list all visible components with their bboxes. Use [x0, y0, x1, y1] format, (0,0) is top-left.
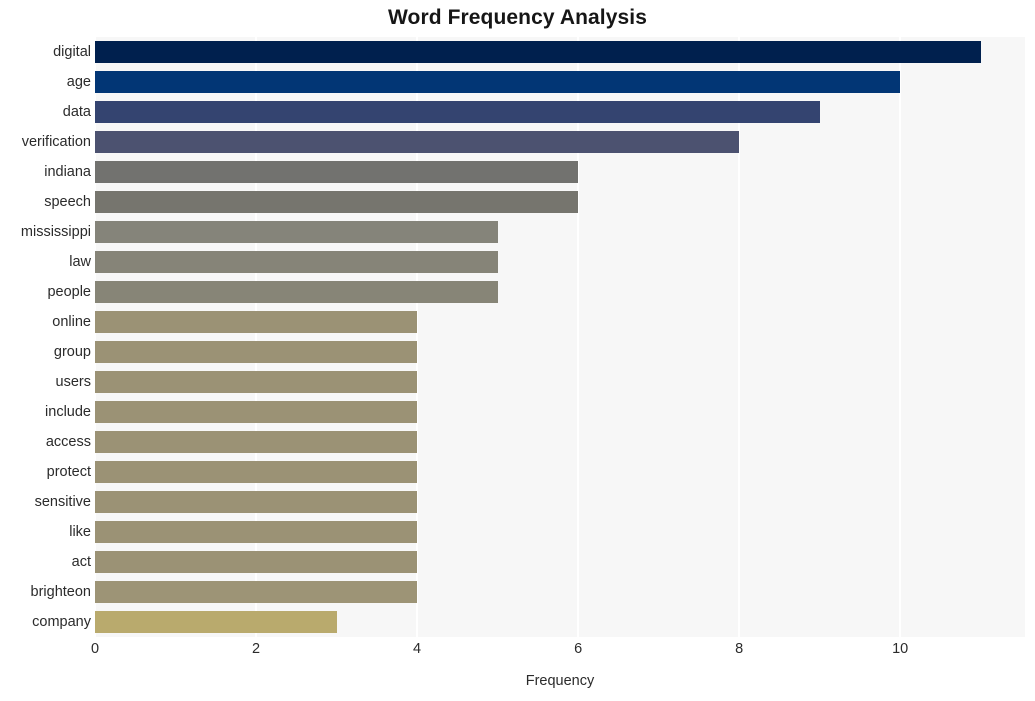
bar-row	[95, 97, 1025, 127]
bar-row	[95, 457, 1025, 487]
bar-people[interactable]	[95, 281, 498, 303]
x-axis-label: Frequency	[525, 673, 595, 689]
y-tick-label-law: law	[69, 254, 91, 270]
bar-row	[95, 247, 1025, 277]
bar-row	[95, 217, 1025, 247]
y-tick-label-act: act	[71, 554, 91, 570]
x-tick-label-4: 4	[413, 641, 422, 657]
y-tick-label-age: age	[66, 74, 91, 90]
y-tick-label-digital: digital	[53, 44, 91, 60]
y-axis-tick-labels: digital age data verification indiana speech m…	[0, 37, 91, 637]
bar-row	[95, 127, 1025, 157]
bar-row	[95, 547, 1025, 577]
word-frequency-chart-figure: Word Frequency Analysis digital age data ve…	[0, 0, 1035, 701]
bar-speech[interactable]	[95, 191, 579, 213]
bar-row	[95, 67, 1025, 97]
x-tick-label-10: 10	[892, 641, 909, 657]
bar-law[interactable]	[95, 251, 498, 273]
bar-row	[95, 337, 1025, 367]
bar-verification[interactable]	[95, 131, 740, 153]
bar-access[interactable]	[95, 431, 418, 453]
bar-online[interactable]	[95, 311, 418, 333]
bar-include[interactable]	[95, 401, 418, 423]
page-title: Word Frequency Analysis	[387, 6, 648, 29]
y-tick-label-brighteon: brighteon	[30, 584, 91, 600]
y-tick-label-indiana: indiana	[44, 164, 91, 180]
bar-row	[95, 187, 1025, 217]
x-tick-label-6: 6	[574, 641, 583, 657]
y-tick-label-sensitive: sensitive	[34, 494, 91, 510]
bar-like[interactable]	[95, 521, 418, 543]
y-tick-label-users: users	[55, 374, 91, 390]
y-tick-label-access: access	[45, 434, 91, 450]
bar-row	[95, 157, 1025, 187]
bar-users[interactable]	[95, 371, 418, 393]
bar-row	[95, 397, 1025, 427]
bar-act[interactable]	[95, 551, 418, 573]
y-tick-label-speech: speech	[44, 194, 91, 210]
y-tick-label-verification: verification	[21, 134, 91, 150]
bar-row	[95, 427, 1025, 457]
y-tick-label-people: people	[47, 284, 91, 300]
bar-data[interactable]	[95, 101, 820, 123]
bar-row	[95, 607, 1025, 637]
bar-row	[95, 277, 1025, 307]
x-tick-label-8: 8	[735, 641, 744, 657]
y-tick-label-mississippi: mississippi	[20, 224, 91, 240]
bar-digital[interactable]	[95, 41, 981, 63]
x-axis-tick-labels: 0 2 4 6 8 10	[91, 641, 1025, 667]
bar-mississippi[interactable]	[95, 221, 498, 243]
bar-row	[95, 367, 1025, 397]
y-tick-label-include: include	[45, 404, 91, 420]
bar-indiana[interactable]	[95, 161, 579, 183]
y-tick-label-company: company	[32, 614, 91, 630]
bar-row	[95, 37, 1025, 67]
bar-sensitive[interactable]	[95, 491, 418, 513]
bar-protect[interactable]	[95, 461, 418, 483]
bars-layer	[95, 37, 1025, 637]
bar-row	[95, 487, 1025, 517]
bar-row	[95, 307, 1025, 337]
y-tick-label-protect: protect	[46, 464, 91, 480]
bar-company[interactable]	[95, 611, 337, 633]
x-tick-label-0: 0	[90, 641, 100, 657]
bar-age[interactable]	[95, 71, 901, 93]
bar-group[interactable]	[95, 341, 418, 363]
bar-brighteon[interactable]	[95, 581, 418, 603]
bar-row	[95, 577, 1025, 607]
plot-area	[94, 37, 1025, 637]
y-tick-label-online: online	[52, 314, 91, 330]
y-tick-label-like: like	[69, 524, 91, 540]
y-tick-label-data: data	[62, 104, 91, 120]
x-tick-label-2: 2	[251, 641, 261, 657]
bar-row	[95, 517, 1025, 547]
y-tick-label-group: group	[53, 344, 91, 360]
